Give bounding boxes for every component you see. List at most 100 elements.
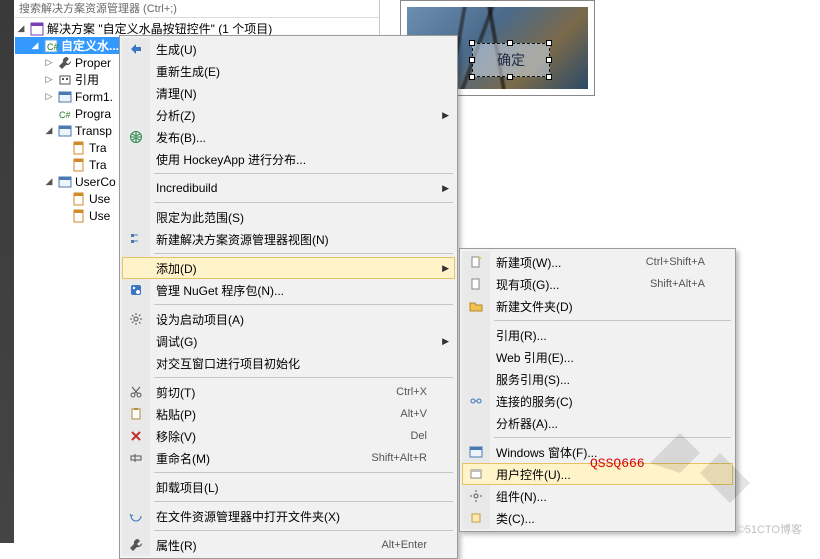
menu-label: 对交互窗口进行项目初始化 bbox=[156, 355, 427, 372]
menu-hockeyapp[interactable]: 使用 HockeyApp 进行分布... bbox=[122, 148, 455, 170]
tree-label: Transp bbox=[75, 124, 112, 138]
submenu-arrow-icon: ▶ bbox=[442, 336, 449, 347]
menu-reference[interactable]: 引用(R)... bbox=[462, 324, 733, 346]
menu-label: 服务引用(S)... bbox=[496, 371, 705, 388]
menu-add[interactable]: 添加(D)▶ bbox=[122, 257, 455, 279]
menu-unload[interactable]: 卸载项目(L) bbox=[122, 476, 455, 498]
expand-icon[interactable] bbox=[43, 91, 55, 102]
menu-rebuild[interactable]: 重新生成(E) bbox=[122, 60, 455, 82]
button-text: 确定 bbox=[497, 50, 525, 70]
menu-publish[interactable]: 发布(B)... bbox=[122, 126, 455, 148]
shortcut: Shift+Alt+R bbox=[371, 452, 427, 464]
menu-label: Web 引用(E)... bbox=[496, 349, 705, 366]
menu-separator bbox=[154, 377, 453, 378]
menu-label: 使用 HockeyApp 进行分布... bbox=[156, 151, 427, 168]
menu-debug[interactable]: 调试(G) ▶ bbox=[122, 330, 455, 352]
menu-remove[interactable]: 移除(V)Del bbox=[122, 425, 455, 447]
menu-label: 分析(Z) bbox=[156, 107, 427, 124]
menu-new-item[interactable]: 新建项(W)...Ctrl+Shift+A bbox=[462, 251, 733, 273]
menu-label: 管理 NuGet 程序包(N)... bbox=[156, 282, 427, 299]
resize-handle[interactable] bbox=[546, 40, 552, 46]
build-icon bbox=[128, 41, 144, 57]
shortcut: Del bbox=[410, 430, 427, 442]
menu-label: 重命名(M) bbox=[156, 450, 371, 467]
submenu-arrow-icon: ▶ bbox=[442, 183, 449, 194]
menu-connected-service[interactable]: 连接的服务(C) bbox=[462, 390, 733, 412]
form-icon bbox=[57, 89, 73, 105]
menu-class[interactable]: 类(C)... bbox=[462, 507, 733, 529]
expand-icon[interactable] bbox=[29, 40, 41, 51]
csproj-icon: C# bbox=[43, 38, 59, 54]
expand-icon[interactable] bbox=[43, 57, 55, 68]
menu-clean[interactable]: 清理(N) bbox=[122, 82, 455, 104]
menu-label: 移除(V) bbox=[156, 428, 410, 445]
menu-new-folder[interactable]: 新建文件夹(D) bbox=[462, 295, 733, 317]
shortcut: Alt+Enter bbox=[381, 539, 427, 551]
form-icon bbox=[468, 444, 484, 460]
tree-label: Proper bbox=[75, 56, 111, 70]
globe-icon bbox=[128, 129, 144, 145]
menu-label: 新建项(W)... bbox=[496, 254, 646, 271]
menu-open-folder[interactable]: 在文件资源管理器中打开文件夹(X) bbox=[122, 505, 455, 527]
menu-service-reference[interactable]: 服务引用(S)... bbox=[462, 368, 733, 390]
menu-build[interactable]: 生成(U) bbox=[122, 38, 455, 60]
menu-nuget[interactable]: 管理 NuGet 程序包(N)... bbox=[122, 279, 455, 301]
tree-label: 引用 bbox=[75, 71, 99, 88]
menu-paste[interactable]: 粘贴(P)Alt+V bbox=[122, 403, 455, 425]
menu-startup[interactable]: 设为启动项目(A) bbox=[122, 308, 455, 330]
menu-web-reference[interactable]: Web 引用(E)... bbox=[462, 346, 733, 368]
menu-label: 引用(R)... bbox=[496, 327, 705, 344]
menu-label: 发布(B)... bbox=[156, 129, 427, 146]
shortcut: Shift+Alt+A bbox=[650, 278, 705, 290]
resize-handle[interactable] bbox=[469, 57, 475, 63]
tree-label: 自定义水... bbox=[61, 37, 119, 54]
resize-handle[interactable] bbox=[546, 74, 552, 80]
folder-icon bbox=[468, 298, 484, 314]
menu-interactive[interactable]: 对交互窗口进行项目初始化 bbox=[122, 352, 455, 374]
menu-label: 限定为此范围(S) bbox=[156, 209, 427, 226]
menu-label: 设为启动项目(A) bbox=[156, 311, 427, 328]
designer-file-icon bbox=[71, 208, 87, 224]
tree-label: Use bbox=[89, 192, 110, 206]
menu-label: 属性(R) bbox=[156, 537, 381, 554]
menu-properties[interactable]: 属性(R)Alt+Enter bbox=[122, 534, 455, 556]
selected-button[interactable]: 确定 bbox=[472, 43, 550, 77]
expand-icon[interactable] bbox=[43, 125, 55, 136]
menu-rename[interactable]: 重命名(M)Shift+Alt+R bbox=[122, 447, 455, 469]
resize-handle[interactable] bbox=[546, 57, 552, 63]
menu-label: 生成(U) bbox=[156, 41, 427, 58]
menu-cut[interactable]: 剪切(T)Ctrl+X bbox=[122, 381, 455, 403]
cs-icon: C# bbox=[57, 106, 73, 122]
menu-label: 清理(N) bbox=[156, 85, 427, 102]
menu-analyze[interactable]: 分析(Z)▶ bbox=[122, 104, 455, 126]
references-icon bbox=[57, 72, 73, 88]
expand-icon[interactable] bbox=[43, 176, 55, 187]
menu-label: 卸载项目(L) bbox=[156, 479, 427, 496]
resize-handle[interactable] bbox=[507, 74, 513, 80]
resize-handle[interactable] bbox=[469, 40, 475, 46]
designer-file-icon bbox=[71, 191, 87, 207]
tree-label: UserCo bbox=[75, 175, 116, 189]
shortcut: Ctrl+X bbox=[396, 386, 427, 398]
expand-icon[interactable] bbox=[15, 23, 27, 34]
menu-separator bbox=[154, 173, 453, 174]
resize-handle[interactable] bbox=[469, 74, 475, 80]
menu-label: Incredibuild bbox=[156, 181, 427, 195]
expand-icon[interactable] bbox=[43, 74, 55, 85]
menu-newview[interactable]: 新建解决方案资源管理器视图(N) bbox=[122, 228, 455, 250]
menu-existing-item[interactable]: 现有项(G)...Shift+Alt+A bbox=[462, 273, 733, 295]
solution-search[interactable]: 搜索解决方案资源管理器 (Ctrl+;) bbox=[15, 0, 379, 18]
menu-label: 调试(G) bbox=[156, 333, 427, 350]
shortcut: Ctrl+Shift+A bbox=[646, 256, 705, 268]
menu-incredibuild[interactable]: Incredibuild ▶ bbox=[122, 177, 455, 199]
left-tool-strip bbox=[0, 0, 14, 543]
menu-label: 在文件资源管理器中打开文件夹(X) bbox=[156, 508, 427, 525]
tree-label: Use bbox=[89, 209, 110, 223]
menu-label: 剪切(T) bbox=[156, 384, 396, 401]
class-icon bbox=[468, 510, 484, 526]
menu-scope[interactable]: 限定为此范围(S) bbox=[122, 206, 455, 228]
menu-label: 现有项(G)... bbox=[496, 276, 650, 293]
menu-label: 重新生成(E) bbox=[156, 63, 427, 80]
resize-handle[interactable] bbox=[507, 40, 513, 46]
form-icon bbox=[57, 123, 73, 139]
